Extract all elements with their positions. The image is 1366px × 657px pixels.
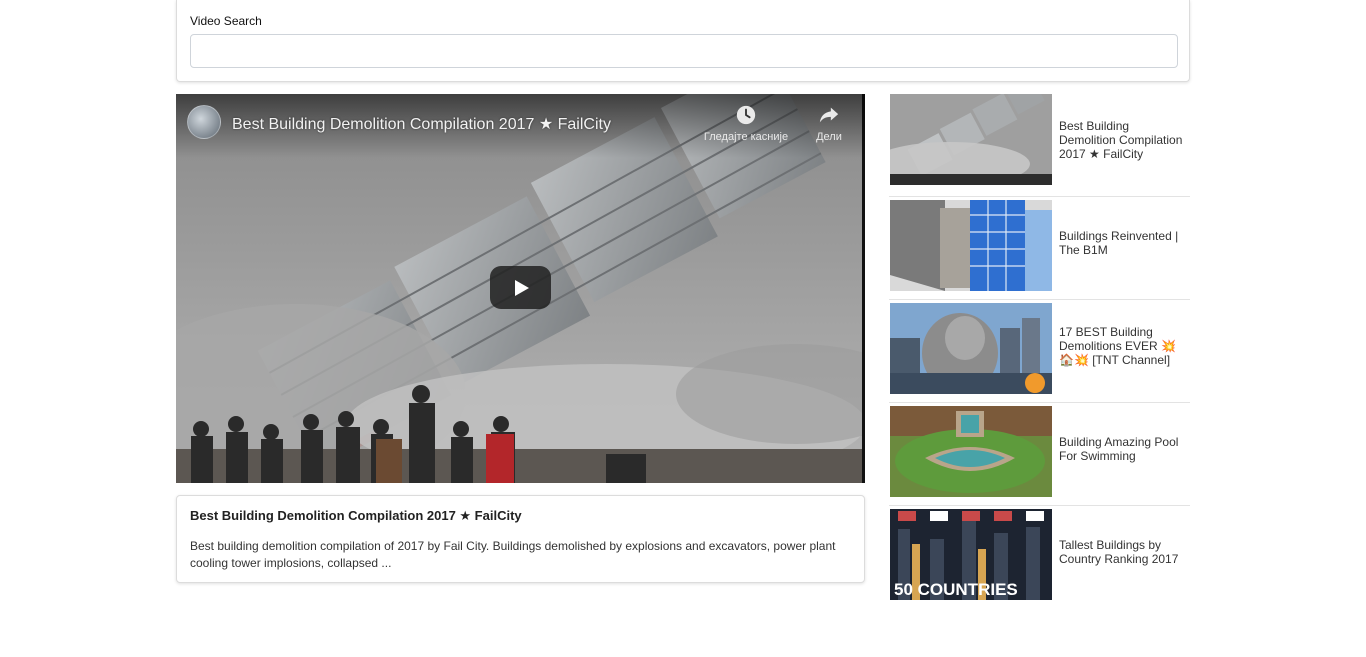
share-label: Дели: [816, 131, 842, 143]
video-thumbnail[interactable]: [890, 200, 1052, 291]
video-list-item[interactable]: Building Amazing Pool For Swimming: [889, 403, 1190, 506]
video-detail-card: Best Building Demolition Compilation 201…: [176, 495, 865, 583]
player-title[interactable]: Best Building Demolition Compilation 201…: [232, 114, 611, 134]
thumbnail-countries-label: 50 COUNTRIES: [894, 580, 1018, 599]
video-search-input[interactable]: [190, 34, 1178, 68]
video-thumbnail[interactable]: [890, 94, 1052, 185]
video-list-item-title[interactable]: 17 BEST Building Demolitions EVER 💥🏠💥 [T…: [1059, 325, 1189, 367]
video-list-item[interactable]: Buildings Reinvented | The B1M: [889, 197, 1190, 300]
video-list-item-title[interactable]: Best Building Demolition Compilation 201…: [1059, 119, 1189, 161]
play-button[interactable]: [490, 266, 551, 309]
video-thumbnail[interactable]: [890, 303, 1052, 394]
video-list-item[interactable]: Best Building Demolition Compilation 201…: [889, 94, 1190, 197]
video-list-item-title[interactable]: Building Amazing Pool For Swimming: [1059, 435, 1189, 463]
video-detail-title: Best Building Demolition Compilation 201…: [190, 508, 522, 523]
video-list-item-title[interactable]: Buildings Reinvented | The B1M: [1059, 229, 1189, 257]
play-icon: [514, 279, 529, 296]
video-list-item[interactable]: 17 BEST Building Demolitions EVER 💥🏠💥 [T…: [889, 300, 1190, 403]
video-thumbnail[interactable]: 50 COUNTRIES: [890, 509, 1052, 600]
video-search-card: Video Search: [176, 0, 1190, 82]
share-button[interactable]: Дели: [774, 104, 865, 143]
share-arrow-icon: [819, 107, 839, 123]
video-list: Best Building Demolition Compilation 201…: [889, 94, 1190, 609]
video-list-item-title[interactable]: Tallest Buildings by Country Ranking 201…: [1059, 538, 1189, 566]
clock-icon: [736, 105, 756, 125]
video-detail-description: Best building demolition compilation of …: [190, 539, 836, 570]
video-search-label: Video Search: [190, 14, 262, 28]
video-list-item[interactable]: 50 COUNTRIES Tallest Buildings by Countr…: [889, 506, 1190, 609]
video-player[interactable]: Best Building Demolition Compilation 201…: [176, 94, 865, 483]
video-thumbnail[interactable]: [890, 406, 1052, 497]
channel-avatar[interactable]: [187, 105, 221, 139]
